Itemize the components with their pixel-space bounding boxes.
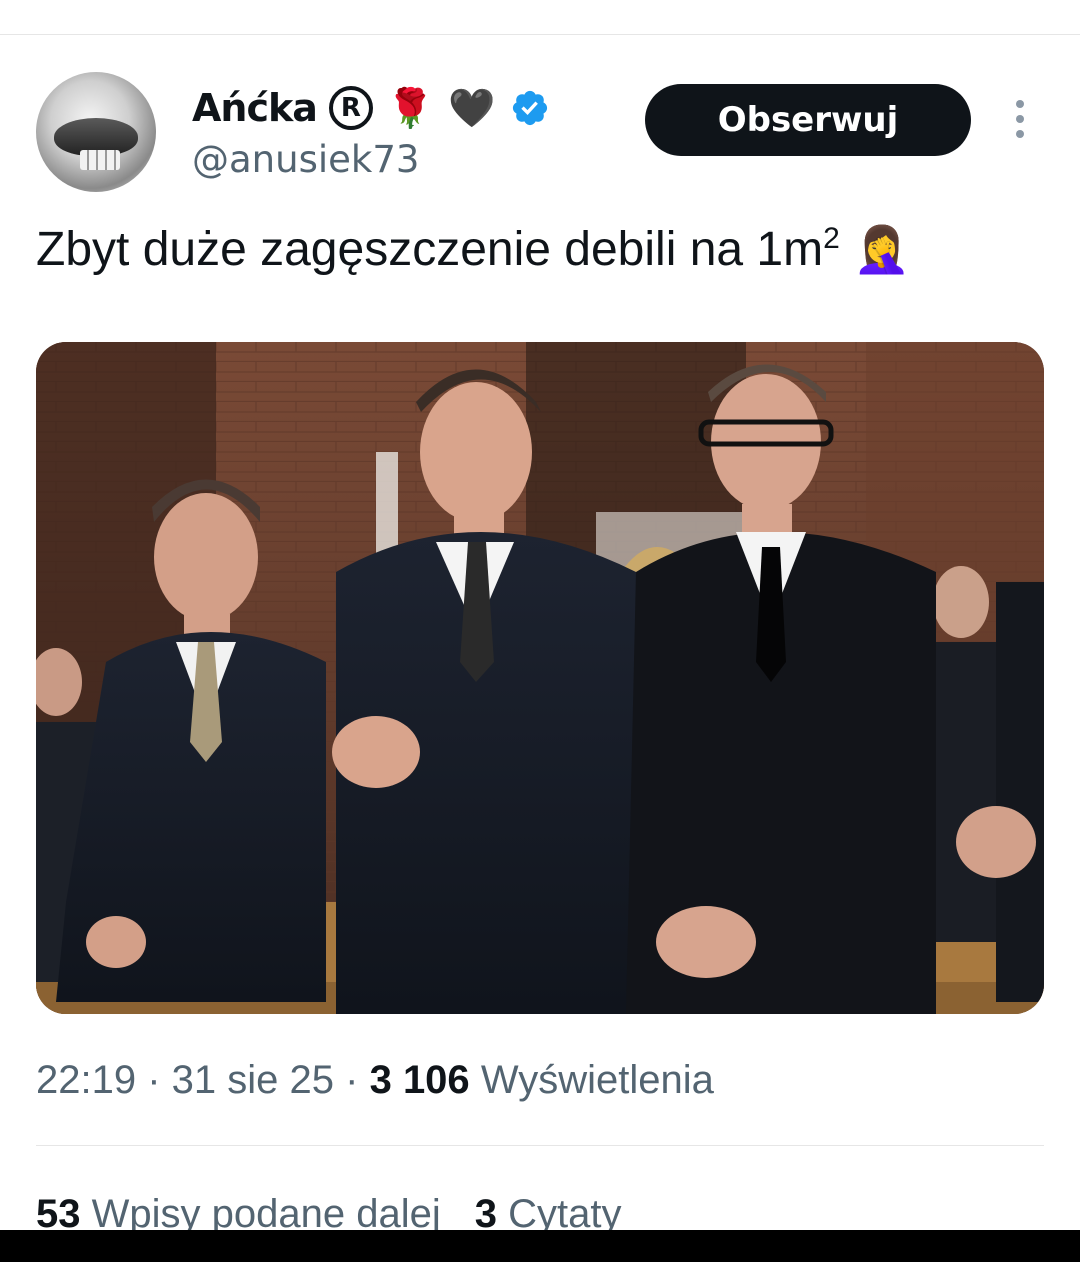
tweet-metadata: 22:19 · 31 sie 25 · 3 106 Wyświetlenia — [36, 1058, 714, 1103]
follow-button[interactable]: Obserwuj — [645, 84, 971, 156]
verified-badge-icon[interactable] — [510, 88, 550, 128]
facepalm-emoji: 🤦‍♀️ — [853, 223, 911, 275]
system-navigation-bar — [0, 1230, 1080, 1262]
display-name[interactable]: Ańćka — [192, 86, 318, 130]
stats-divider — [36, 1145, 1044, 1146]
separator-dot: · — [147, 1058, 172, 1102]
tweet-time[interactable]: 22:19 — [36, 1058, 136, 1102]
avatar-image-teeth — [80, 150, 120, 170]
views-label: Wyświetlenia — [480, 1058, 714, 1102]
tweet-date[interactable]: 31 sie 25 — [172, 1058, 334, 1102]
tweet-text: Zbyt duże zagęszczenie debili na 1m2 🤦‍♀… — [36, 222, 910, 277]
tweet-photo[interactable] — [36, 342, 1044, 1014]
tweet-text-superscript: 2 — [823, 222, 840, 255]
tweet-text-body: Zbyt duże zagęszczenie debili na 1m — [36, 223, 824, 276]
top-divider — [0, 34, 1080, 35]
avatar[interactable] — [36, 72, 156, 192]
rose-emoji: 🌹 — [386, 86, 435, 130]
separator-dot: · — [345, 1058, 370, 1102]
user-handle[interactable]: @anusiek73 — [192, 138, 419, 181]
more-vertical-icon[interactable] — [1012, 100, 1028, 140]
black-heart-emoji: 🖤 — [448, 86, 496, 130]
name-row: Ańćka R 🌹 🖤 — [192, 80, 550, 136]
photo-illustration — [36, 342, 1044, 1014]
views-count: 3 106 — [369, 1058, 470, 1102]
registered-mark: R — [328, 86, 373, 130]
